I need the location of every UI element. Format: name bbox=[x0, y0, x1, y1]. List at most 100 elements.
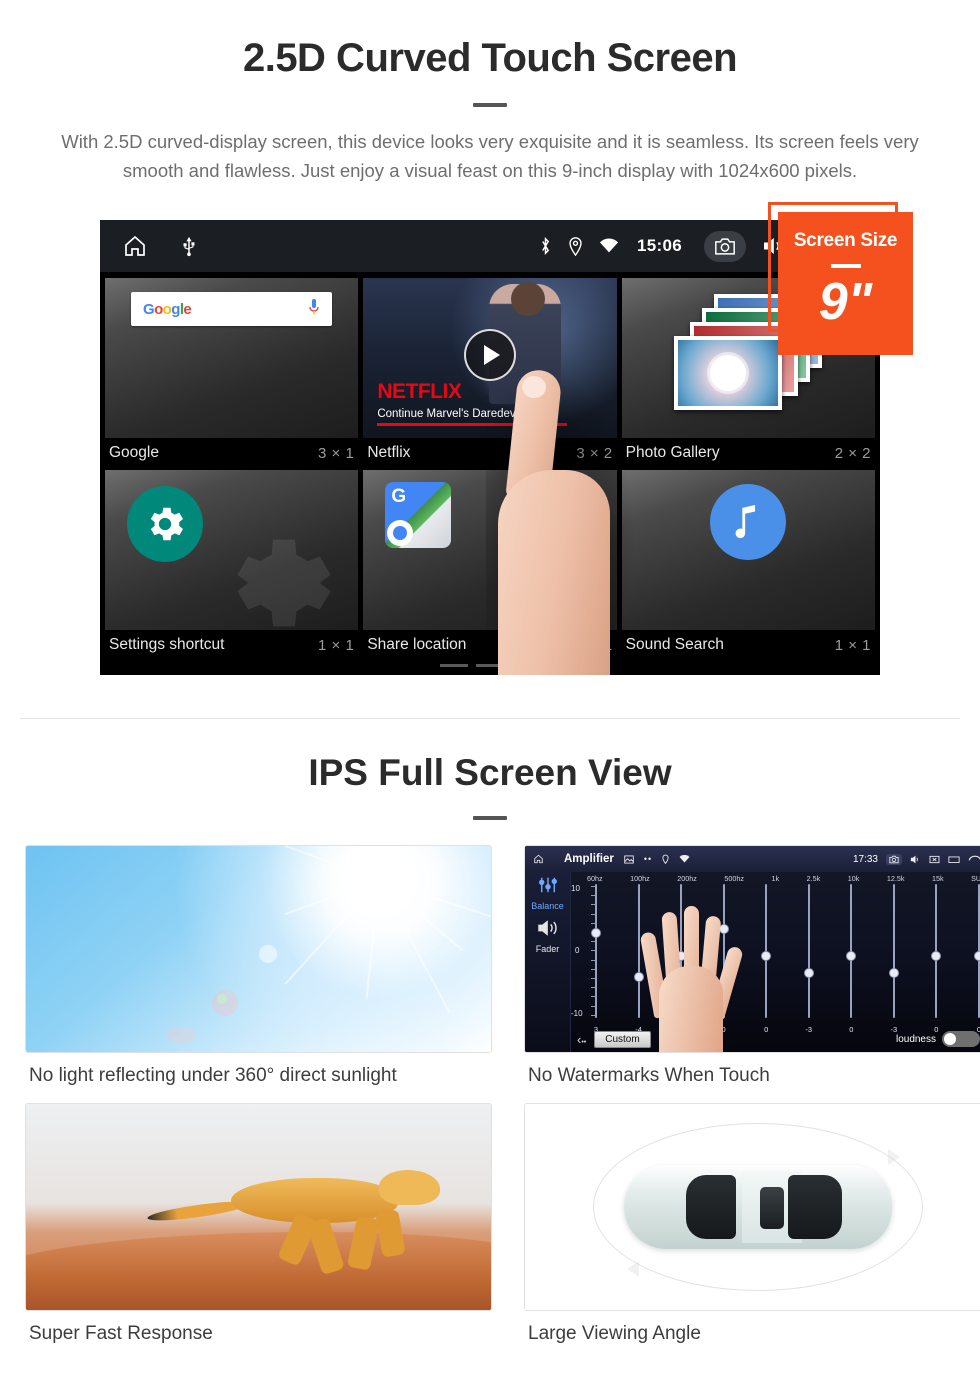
ips-section-header: IPS Full Screen View bbox=[0, 752, 980, 840]
location-icon[interactable] bbox=[662, 854, 669, 864]
page-dot[interactable] bbox=[440, 664, 468, 667]
eq-slider[interactable]: 0 bbox=[973, 884, 980, 1034]
loudness-control[interactable]: loudness bbox=[896, 1031, 980, 1047]
card-watermarks: Amplifier •• 17:33 Balance Fader 60hz 10… bbox=[524, 845, 980, 1087]
amplifier-title: Amplifier bbox=[564, 853, 614, 865]
back-chevron-icon[interactable]: ‹•• bbox=[577, 1032, 586, 1047]
cheetah-image bbox=[25, 1103, 492, 1311]
widget-google-preview[interactable]: Google bbox=[105, 278, 359, 438]
card-row-2: Super Fast Response Large Viewing Angle bbox=[0, 1103, 980, 1345]
cheetah-head bbox=[379, 1169, 440, 1205]
band-label: 500hz bbox=[724, 874, 744, 883]
netflix-character-head bbox=[510, 282, 545, 316]
card-sunlight: No light reflecting under 360° direct su… bbox=[25, 845, 492, 1087]
section-description: With 2.5D curved-display screen, this de… bbox=[61, 131, 919, 181]
widget-share-location-preview[interactable]: G bbox=[363, 470, 617, 630]
google-maps-icon: G bbox=[385, 482, 452, 548]
badge-divider bbox=[830, 264, 861, 268]
eq-slider[interactable]: -3 bbox=[888, 884, 899, 1034]
play-icon[interactable] bbox=[463, 328, 516, 381]
fader-icon[interactable] bbox=[536, 919, 560, 942]
page-dot[interactable] bbox=[476, 664, 504, 667]
widget-picker-grid: Google Google 3 × 1 NETFLIX Continue Mar… bbox=[100, 272, 880, 662]
widget-netflix-label-row: Netflix 3 × 2 bbox=[363, 438, 616, 470]
widget-name: Settings shortcut bbox=[109, 636, 225, 653]
netflix-progress-bar bbox=[377, 423, 568, 426]
card-caption: Super Fast Response bbox=[29, 1323, 213, 1344]
badge-label: Screen Size bbox=[793, 230, 898, 251]
more-icon[interactable]: •• bbox=[644, 854, 652, 864]
feature-card-grid: No light reflecting under 360° direct su… bbox=[0, 845, 980, 1355]
camera-icon[interactable] bbox=[886, 853, 902, 865]
widget-share-location-label-row: Share location 1 × 1 bbox=[363, 630, 616, 662]
usb-icon[interactable] bbox=[182, 235, 196, 257]
location-icon[interactable] bbox=[568, 236, 583, 256]
eq-slider[interactable]: 3 bbox=[591, 884, 601, 1034]
badge-value: 9" bbox=[818, 273, 873, 331]
volume-icon[interactable] bbox=[910, 855, 921, 864]
card-viewing-angle: Large Viewing Angle bbox=[524, 1103, 980, 1345]
home-icon[interactable] bbox=[122, 234, 148, 258]
wifi-icon[interactable] bbox=[679, 855, 690, 863]
android-status-bar: 15:06 bbox=[100, 220, 880, 272]
widget-row-2: Settings shortcut 1 × 1 G Share location… bbox=[100, 470, 880, 662]
card-caption: Large Viewing Angle bbox=[528, 1323, 701, 1344]
widget-sound-search-preview[interactable] bbox=[621, 470, 875, 630]
widget-netflix-preview[interactable]: NETFLIX Continue Marvel's Daredevil bbox=[363, 278, 617, 438]
camera-icon[interactable] bbox=[704, 230, 746, 262]
gear-icon bbox=[127, 486, 203, 562]
sand-dune bbox=[26, 1231, 491, 1310]
eq-slider[interactable]: -3 bbox=[803, 884, 814, 1034]
widget-settings-preview[interactable] bbox=[105, 470, 359, 630]
widget-google[interactable]: Google Google 3 × 1 bbox=[105, 278, 359, 470]
scale-label-max: 10 bbox=[571, 884, 580, 893]
amplifier-side-nav: Balance Fader bbox=[525, 872, 571, 1052]
widget-size: 3 × 1 bbox=[318, 444, 355, 462]
page-indicator[interactable] bbox=[100, 664, 880, 667]
widget-netflix[interactable]: NETFLIX Continue Marvel's Daredevil Netf… bbox=[363, 278, 617, 470]
widget-row-1: Google Google 3 × 1 NETFLIX Continue Mar… bbox=[100, 278, 880, 470]
widget-name: Share location bbox=[367, 636, 467, 653]
recents-icon[interactable] bbox=[948, 855, 960, 864]
eq-slider[interactable]: 0 bbox=[931, 884, 942, 1034]
scale-label-min: -10 bbox=[571, 1009, 583, 1018]
rear-window bbox=[787, 1175, 842, 1239]
card-caption: No light reflecting under 360° direct su… bbox=[29, 1065, 397, 1086]
music-note-icon bbox=[710, 484, 787, 560]
eq-slider[interactable]: 0 bbox=[761, 884, 772, 1034]
loudness-label: loudness bbox=[895, 1033, 936, 1045]
back-icon[interactable] bbox=[968, 854, 980, 864]
widget-share-location[interactable]: G Share location 1 × 1 bbox=[363, 470, 617, 662]
widget-settings-shortcut[interactable]: Settings shortcut 1 × 1 bbox=[105, 470, 359, 662]
gallery-icon[interactable] bbox=[624, 855, 634, 864]
widget-sound-search-label-row: Sound Search 1 × 1 bbox=[622, 630, 875, 662]
car-top-view-photo bbox=[525, 1104, 980, 1310]
balance-icon[interactable] bbox=[537, 876, 559, 899]
close-box-icon[interactable] bbox=[929, 855, 940, 864]
widget-gallery-label-row: Photo Gallery 2 × 2 bbox=[622, 438, 875, 470]
google-search-bar[interactable]: Google bbox=[131, 292, 333, 326]
rotation-arrow bbox=[627, 1260, 640, 1277]
page-title: 2.5D Curved Touch Screen bbox=[242, 36, 738, 80]
device-screenshot: 15:06 Google Google 3 × 1 NETFLIX Contin… bbox=[100, 220, 880, 675]
loudness-toggle[interactable] bbox=[942, 1031, 980, 1047]
balance-label[interactable]: Balance bbox=[531, 901, 564, 911]
bluetooth-icon[interactable] bbox=[539, 236, 552, 256]
photo-thumb bbox=[674, 336, 783, 410]
screen-size-badge: Screen Size 9" bbox=[778, 212, 913, 355]
band-label: 10k bbox=[847, 874, 860, 883]
microphone-icon[interactable] bbox=[308, 298, 320, 321]
home-icon[interactable] bbox=[533, 854, 544, 864]
wifi-icon[interactable] bbox=[599, 238, 619, 254]
rotation-arrow bbox=[887, 1149, 900, 1166]
widget-sound-search[interactable]: Sound Search 1 × 1 bbox=[621, 470, 875, 662]
maps-g-letter: G bbox=[391, 486, 407, 507]
scale-label-mid: 0 bbox=[575, 945, 580, 955]
fader-label[interactable]: Fader bbox=[536, 944, 560, 954]
page-dot-active[interactable] bbox=[512, 664, 540, 667]
hand-palm bbox=[659, 966, 723, 1052]
band-label: 100hz bbox=[630, 874, 650, 883]
widget-name: Google bbox=[109, 444, 159, 461]
section2-title-divider bbox=[473, 816, 507, 820]
eq-slider[interactable]: 0 bbox=[846, 884, 857, 1034]
